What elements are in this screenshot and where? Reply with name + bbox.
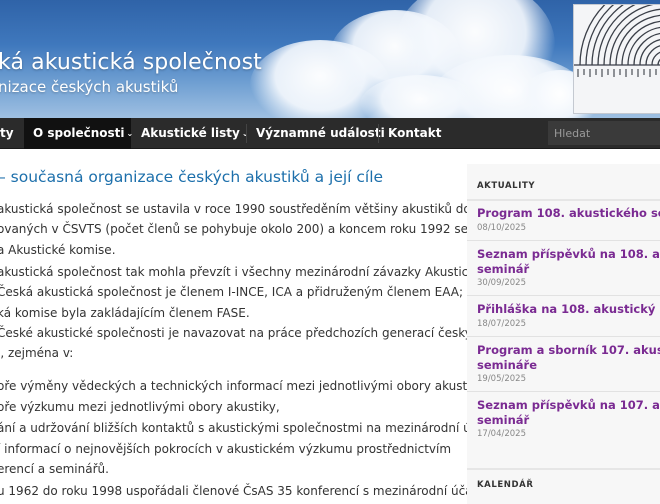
- news-link[interactable]: Program 108. akustického semi: [477, 206, 660, 221]
- us-flag-icon[interactable]: [455, 130, 466, 137]
- nav-item-kontakt[interactable]: Kontakt: [379, 118, 444, 149]
- paragraph-line: ká komise byla zakládajícím členem FASE.: [0, 305, 250, 320]
- list-item-text: oře výzkumu mezi jednotlivými obory akus…: [0, 400, 280, 414]
- intro-paragraph: akustická společnost se ustavila v roce …: [0, 199, 521, 260]
- nav-item-label: Významné události: [256, 126, 385, 140]
- news-widget-title: AKTUALITY: [477, 181, 536, 191]
- news-link-line: Přihláška na 108. akustický sem: [477, 302, 660, 316]
- site-title[interactable]: ká akustická společnost: [0, 50, 262, 75]
- news-link[interactable]: Přihláška na 108. akustický sem: [477, 302, 660, 317]
- paragraph-line: akustická společnost tak mohla převzít i…: [0, 265, 483, 279]
- nav-item-akusticke-listy[interactable]: Akustické listy⌄: [131, 118, 249, 149]
- news-date: 17/04/2025: [477, 429, 526, 439]
- list-item-text: erencí a seminářů.: [0, 462, 109, 477]
- news-date: 19/05/2025: [477, 374, 526, 384]
- news-link[interactable]: Seznam příspěvků na 108. akus seminář: [477, 247, 660, 277]
- news-date: 18/07/2025: [477, 319, 526, 329]
- nav-item-label: ty: [0, 126, 14, 140]
- calendar-widget-title: KALENDÁŘ: [477, 480, 534, 490]
- news-link-line: Seznam příspěvků na 107. akus: [477, 398, 660, 412]
- list-item: í informací o nejnovějších pokrocích v a…: [0, 439, 452, 480]
- nav-item-label: O společnosti: [33, 126, 125, 140]
- paragraph-line: České akustické společnosti je navazovat…: [0, 326, 487, 340]
- paragraph-line: akustická společnost se ustavila v roce …: [0, 202, 521, 216]
- paragraph-line: i, zejména v:: [0, 346, 74, 361]
- paragraph-line: Česká akustická společnost je členem I-I…: [0, 285, 464, 300]
- news-link-line: Program a sborník 107. akustic: [477, 343, 660, 357]
- news-link[interactable]: Program a sborník 107. akustic semináře: [477, 343, 660, 373]
- news-link-line: seminář: [477, 262, 530, 276]
- paragraph-line: ovaných v ČSVTS (počet členů se pohybuje…: [0, 222, 502, 237]
- news-date: 08/10/2025: [477, 223, 526, 233]
- list-item: ání a udržování bližších kontaktů s akus…: [0, 418, 505, 438]
- history-paragraph: u 1962 do roku 1998 uspořádali členové Č…: [0, 481, 503, 501]
- nav-item-label: Akustické listy: [141, 126, 240, 140]
- list-item: oře výzkumu mezi jednotlivými obory akus…: [0, 397, 449, 417]
- list-item-text: ání a udržování bližších kontaktů s akus…: [0, 421, 505, 435]
- membership-paragraph: akustická společnost tak mohla převzít i…: [0, 262, 483, 323]
- list-item-text: í informací o nejnovějších pokrocích v a…: [0, 442, 452, 456]
- news-date: 30/09/2025: [477, 278, 526, 288]
- nav-item-o-spolecnosti[interactable]: O společnosti ⌄: [24, 118, 133, 149]
- goals-paragraph: České akustické společnosti je navazovat…: [0, 323, 487, 364]
- news-link-line: semináře: [477, 358, 537, 372]
- list-item-text: oře výměny vědeckých a technických infor…: [0, 379, 489, 393]
- news-link-line: Seznam příspěvků na 108. akus: [477, 247, 660, 261]
- search-input[interactable]: [548, 121, 660, 145]
- site-tagline: nizace českých akustiků: [0, 78, 179, 96]
- site-header: ká akustická společnost nizace českých a…: [0, 0, 660, 118]
- news-link-line: Program 108. akustického semi: [477, 206, 660, 220]
- paragraph-line: u 1962 do roku 1998 uspořádali členové Č…: [0, 484, 503, 498]
- nav-item-label: Kontakt: [388, 126, 442, 140]
- nav-item-aktuality[interactable]: ty: [0, 118, 24, 149]
- paragraph-line: a Akustické komise.: [0, 242, 116, 257]
- nav-item-vyznamne-udalosti[interactable]: Významné události: [247, 118, 385, 149]
- news-link-line: seminář: [477, 413, 530, 427]
- news-link[interactable]: Seznam příspěvků na 107. akus seminář: [477, 398, 660, 428]
- society-logo[interactable]: [573, 4, 660, 114]
- list-item: oře výměny vědeckých a technických infor…: [0, 376, 489, 396]
- page-title: – současná organizace českých akustiků a…: [0, 168, 384, 186]
